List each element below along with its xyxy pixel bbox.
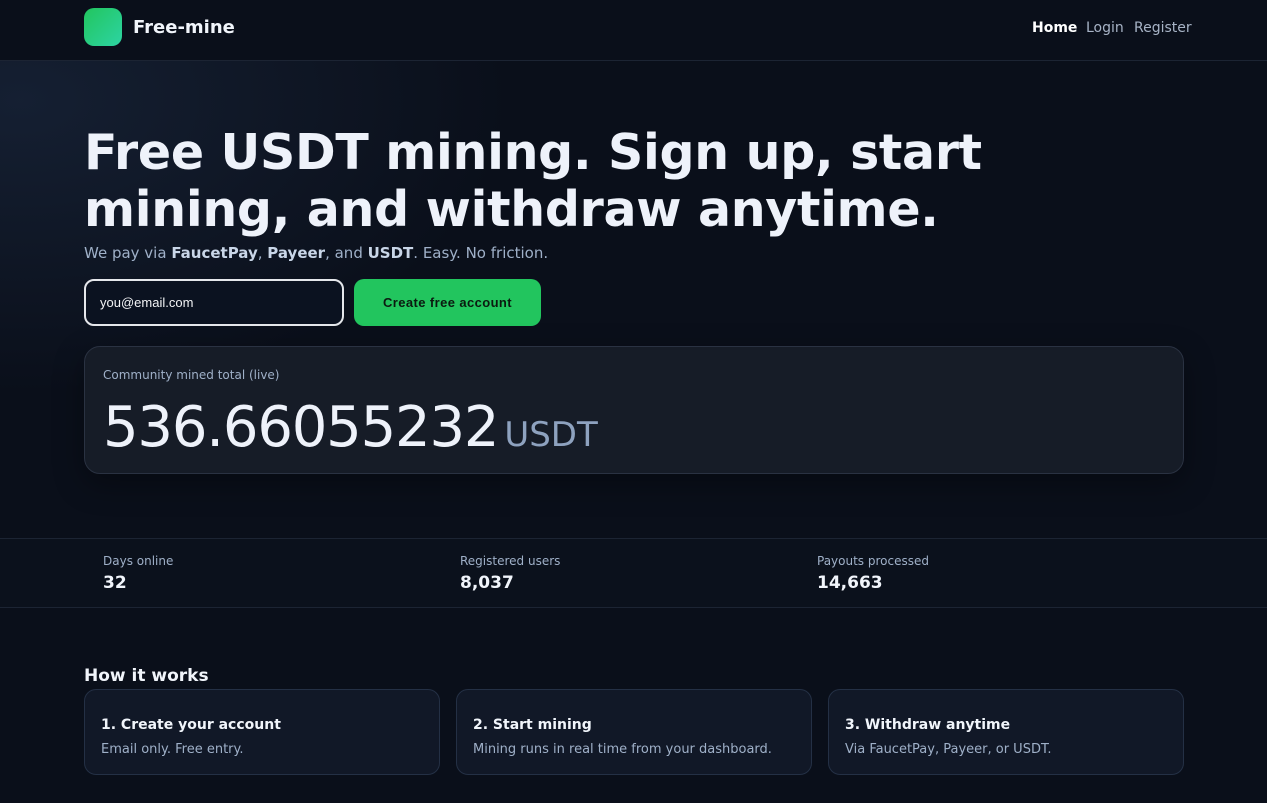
stat-value: 14,663 [817,573,883,593]
subline-suffix: . Easy. No friction. [413,244,549,262]
subline-prefix: We pay via [84,244,172,262]
hero-headline: Free USDT mining. Sign up, start mining,… [84,124,982,238]
community-mined-value: 536.66055232 USDT [103,393,598,470]
step-title: 1. Create your account [101,717,281,733]
community-mined-label: Community mined total (live) [103,368,280,382]
brand-logo-icon[interactable] [84,8,122,46]
step-card-start-mining: 2. Start mining Mining runs in real time… [456,689,812,775]
how-it-works-title: How it works [84,666,209,686]
stat-label: Registered users [460,554,561,568]
subline-separator: , [257,244,268,262]
email-input[interactable] [84,279,344,326]
step-title: 3. Withdraw anytime [845,717,1011,733]
subline-usdt: USDT [367,244,414,262]
step-description: Mining runs in real time from your dashb… [473,742,772,757]
hero-subline: We pay via FaucetPay, Payeer, and USDT. … [84,244,548,262]
mined-amount: 536.66055232 [103,395,500,460]
top-header: Free-mine Home Login Register [0,0,1267,61]
stat-payouts-processed: Payouts processed 14,663 [817,554,929,593]
step-description: Email only. Free entry. [101,742,244,757]
subline-payeer: Payeer [267,244,326,262]
step-card-create-account: 1. Create your account Email only. Free … [84,689,440,775]
stats-strip: Days online 32 Registered users 8,037 Pa… [0,538,1267,608]
step-title: 2. Start mining [473,717,592,733]
community-mined-card: Community mined total (live) 536.6605523… [84,346,1184,474]
stat-registered-users: Registered users 8,037 [460,554,560,593]
mined-unit: USDT [504,415,598,455]
nav-login-link[interactable]: Login [1086,20,1124,36]
stat-label: Days online [103,554,174,568]
subline-faucetpay: FaucetPay [171,244,258,262]
brand-name[interactable]: Free-mine [133,17,235,38]
subline-separator: , and [325,244,368,262]
stat-days-online: Days online 32 [103,554,173,593]
stat-value: 8,037 [460,573,514,593]
step-description: Via FaucetPay, Payeer, or USDT. [845,742,1052,757]
stat-label: Payouts processed [817,554,929,568]
create-account-button[interactable]: Create free account [354,279,541,326]
nav-register-link[interactable]: Register [1134,20,1192,36]
stat-value: 32 [103,573,127,593]
nav-home-link[interactable]: Home [1032,20,1077,36]
step-card-withdraw: 3. Withdraw anytime Via FaucetPay, Payee… [828,689,1184,775]
